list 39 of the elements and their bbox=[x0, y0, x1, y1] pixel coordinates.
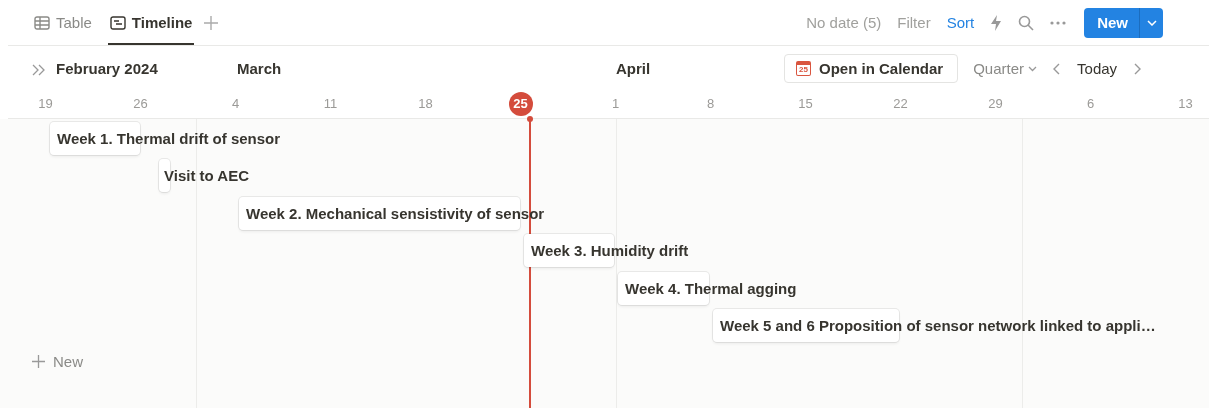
timeline-item[interactable]: Week 3. Humidity drift bbox=[524, 234, 689, 268]
day-label: 11 bbox=[322, 95, 339, 113]
timeline-item[interactable]: Week 4. Thermal agging bbox=[618, 271, 797, 305]
today-button[interactable]: Today bbox=[1073, 60, 1122, 77]
day-label: 26 bbox=[132, 95, 149, 113]
open-calendar-button[interactable]: 25 Open in Calendar bbox=[784, 54, 959, 83]
day-label: 15 bbox=[797, 95, 814, 113]
timeline-item[interactable]: Week 5 and 6 Proposition of sensor network linked to appli… bbox=[713, 309, 1156, 342]
previous-icon[interactable] bbox=[1053, 62, 1062, 75]
sort-button[interactable]: Sort bbox=[946, 14, 975, 31]
month-label: February 2024 bbox=[56, 60, 158, 77]
day-label: 25 bbox=[508, 92, 533, 116]
range-dropdown[interactable]: Quarter bbox=[973, 60, 1038, 77]
calendar-icon: 25 bbox=[796, 61, 811, 76]
timeline-item[interactable]: Week 1. Thermal drift of sensor bbox=[50, 122, 281, 155]
timeline-item[interactable]: Visit to AEC bbox=[159, 159, 249, 193]
day-label: 4 bbox=[230, 95, 241, 113]
add-view-icon[interactable] bbox=[204, 15, 219, 30]
day-label: 1 bbox=[610, 95, 621, 113]
timeline-icon bbox=[109, 15, 126, 30]
day-label: 29 bbox=[987, 95, 1004, 113]
day-label: 13 bbox=[1177, 95, 1194, 113]
day-label: 22 bbox=[892, 95, 909, 113]
view-tab[interactable]: Timeline bbox=[107, 0, 195, 45]
day-label: 19 bbox=[37, 95, 54, 113]
caret-icon bbox=[1028, 65, 1038, 72]
more-icon[interactable] bbox=[1050, 20, 1067, 25]
next-icon[interactable] bbox=[1133, 62, 1142, 75]
caret-icon bbox=[1146, 19, 1157, 26]
month-label: April bbox=[616, 60, 651, 77]
month-label: March bbox=[237, 60, 282, 77]
expand-icon[interactable] bbox=[32, 64, 46, 76]
day-label: 8 bbox=[705, 95, 716, 113]
plus-icon bbox=[32, 355, 45, 368]
day-label: 18 bbox=[417, 95, 434, 113]
day-label: 6 bbox=[1085, 95, 1096, 113]
lightning-icon[interactable] bbox=[990, 14, 1003, 31]
table-icon bbox=[34, 15, 50, 30]
search-icon[interactable] bbox=[1018, 14, 1035, 31]
